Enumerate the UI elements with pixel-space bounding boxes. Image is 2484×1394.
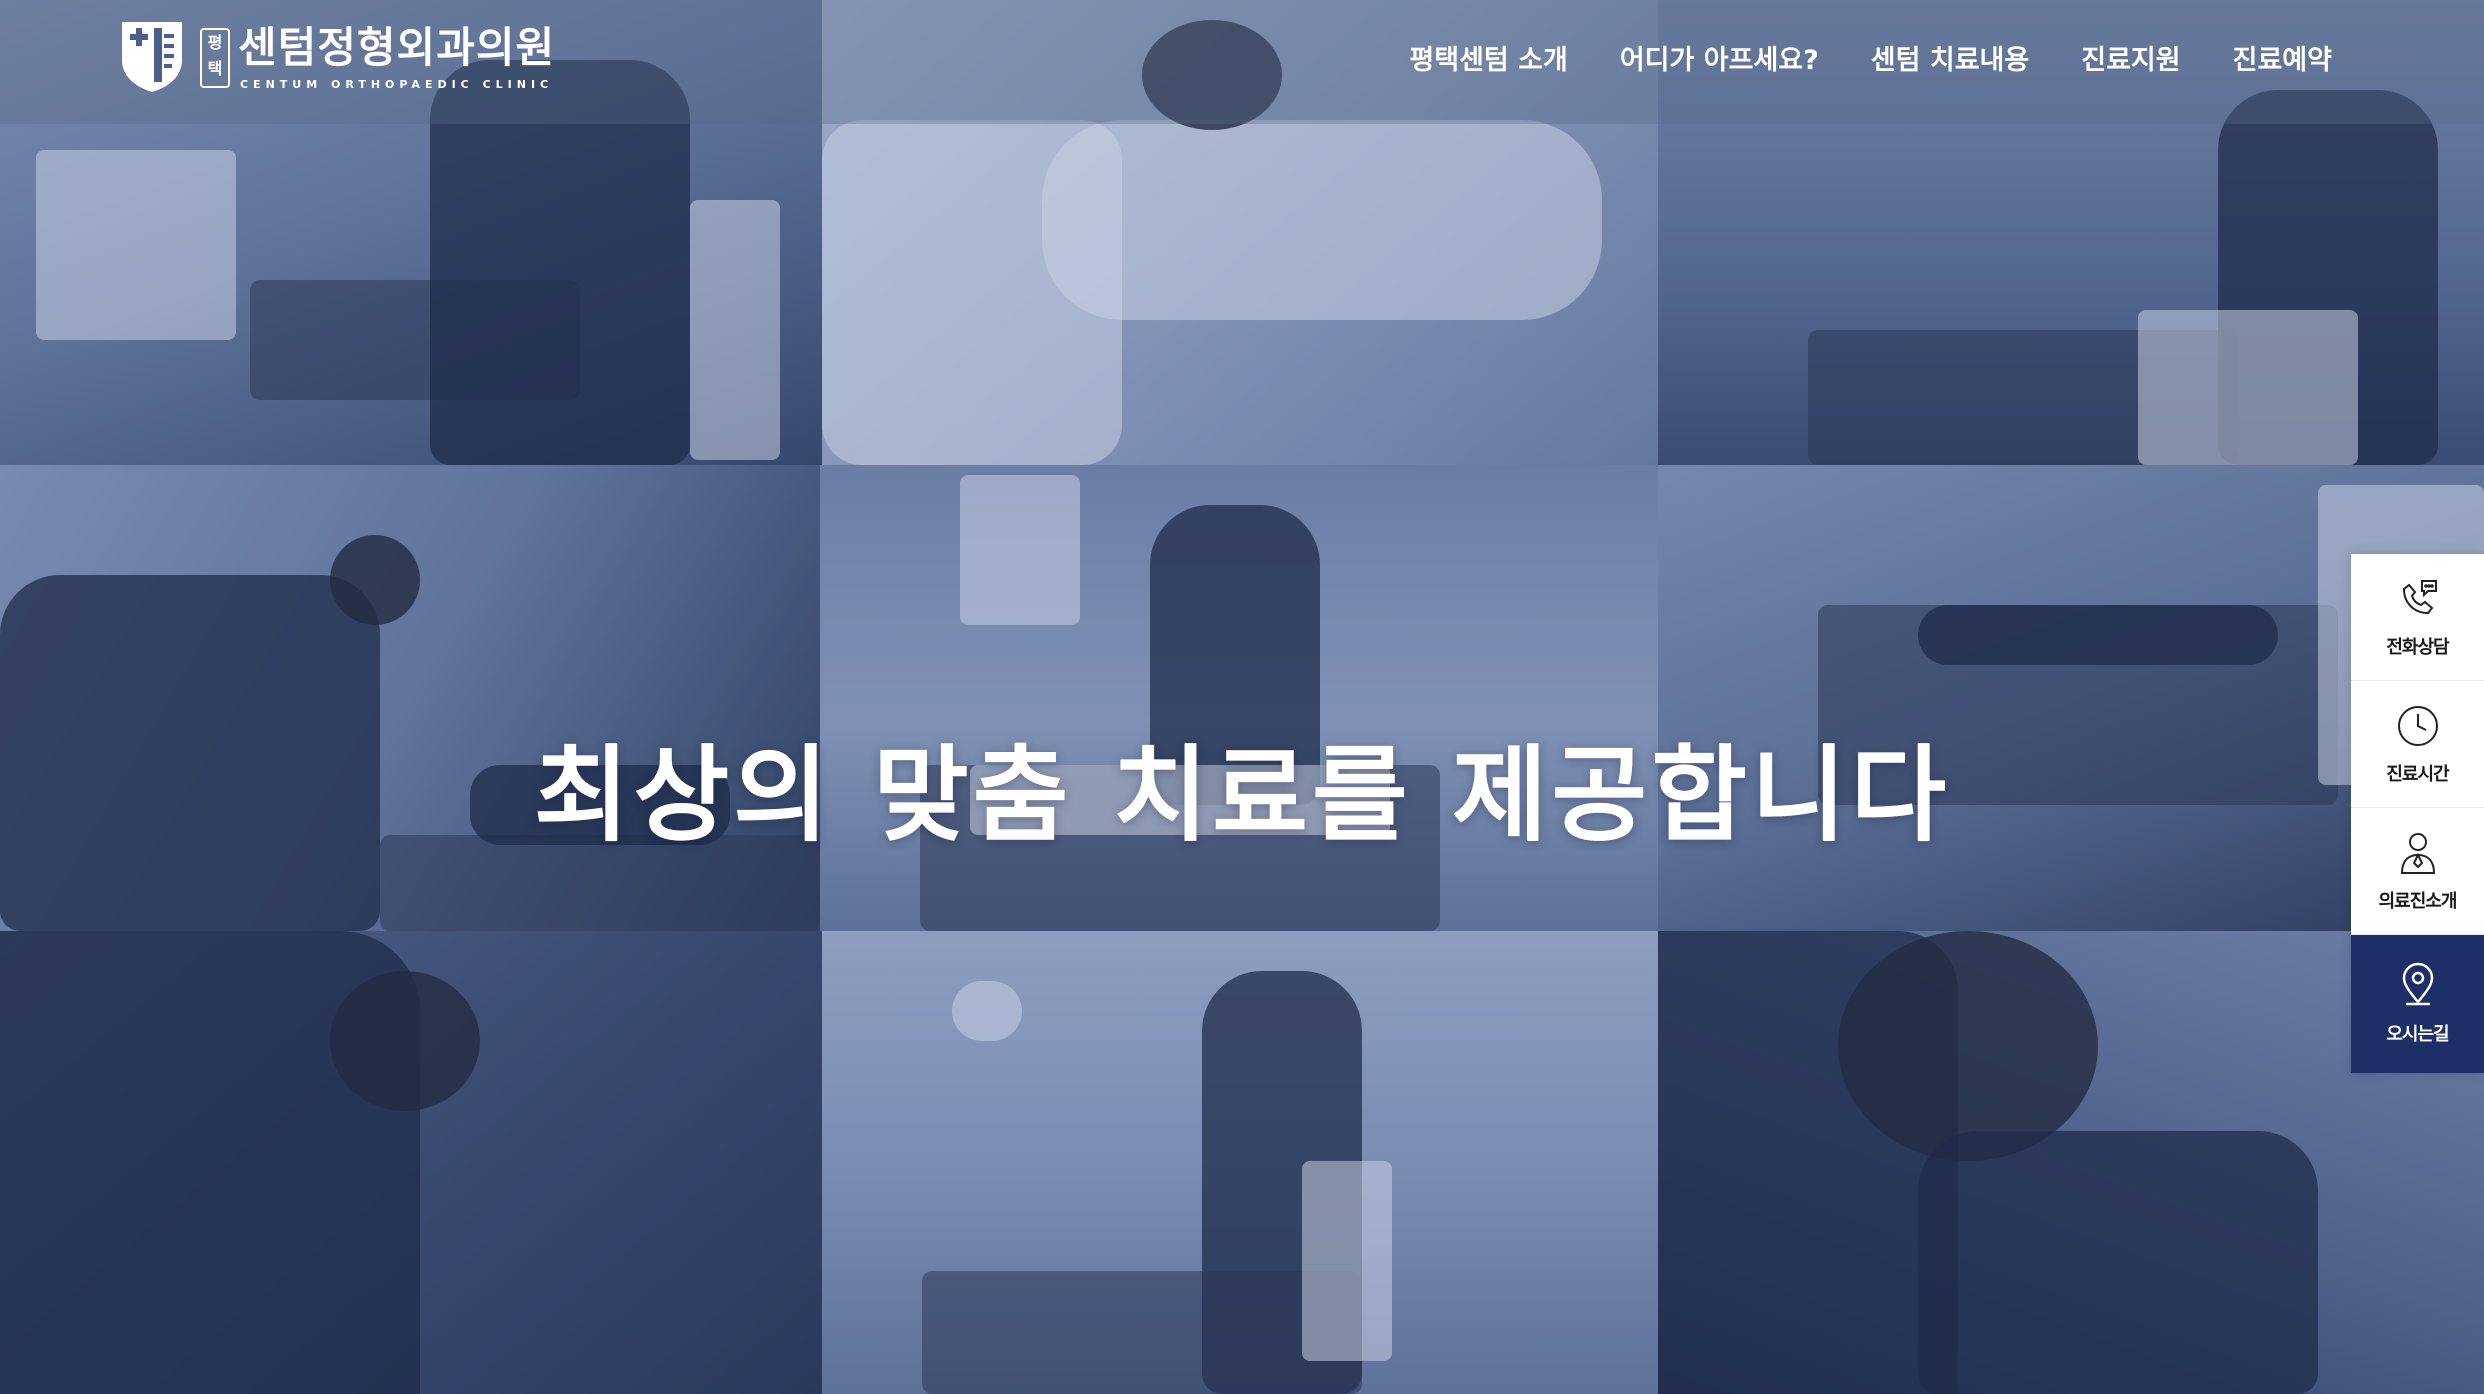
color-overlay — [0, 0, 2484, 1394]
quick-label: 진료시간 — [2386, 764, 2449, 785]
nav-item-support[interactable]: 진료지원 — [2081, 38, 2180, 77]
quick-menu: 전화상담 진료시간 의료진소개 오시는길 — [2351, 554, 2484, 1073]
location-pin-icon — [2402, 962, 2433, 1006]
hero-background — [0, 0, 2484, 1394]
clock-icon — [2397, 706, 2438, 746]
nav-item-symptoms[interactable]: 어디가 아프세요? — [1620, 38, 1819, 77]
doctor-icon — [2400, 833, 2435, 874]
hero-headline: 최상의 맞춤 치료를 제공합니다 — [533, 733, 1951, 856]
quick-label: 전화상담 — [2386, 637, 2449, 658]
clinic-english-name: CENTUM ORTHOPAEDIC CLINIC — [239, 78, 554, 91]
region-badge: 평택 — [200, 28, 230, 88]
site-header: 평택 센텀정형외과의원 CENTUM ORTHOPAEDIC CLINIC 평택… — [0, 0, 2484, 124]
nav-item-about[interactable]: 평택센텀 소개 — [1409, 38, 1567, 77]
nav-item-treatments[interactable]: 센텀 치료내용 — [1871, 38, 2029, 77]
clinic-name: 센텀정형외과의원 — [238, 23, 556, 72]
quick-phone-consult[interactable]: 전화상담 — [2351, 554, 2484, 681]
site-logo[interactable]: 평택 센텀정형외과의원 CENTUM ORTHOPAEDIC CLINIC — [120, 20, 555, 100]
quick-directions[interactable]: 오시는길 — [2351, 935, 2484, 1073]
quick-label: 오시는길 — [2386, 1024, 2449, 1045]
quick-label: 의료진소개 — [2378, 891, 2458, 912]
quick-doctors[interactable]: 의료진소개 — [2351, 808, 2484, 935]
main-nav: 평택센텀 소개 어디가 아프세요? 센텀 치료내용 진료지원 진료예약 — [1409, 38, 2332, 77]
phone-chat-icon — [2402, 580, 2437, 615]
clinic-shield-icon — [122, 22, 182, 92]
quick-hours[interactable]: 진료시간 — [2351, 681, 2484, 808]
nav-item-reservation[interactable]: 진료예약 — [2233, 38, 2332, 77]
